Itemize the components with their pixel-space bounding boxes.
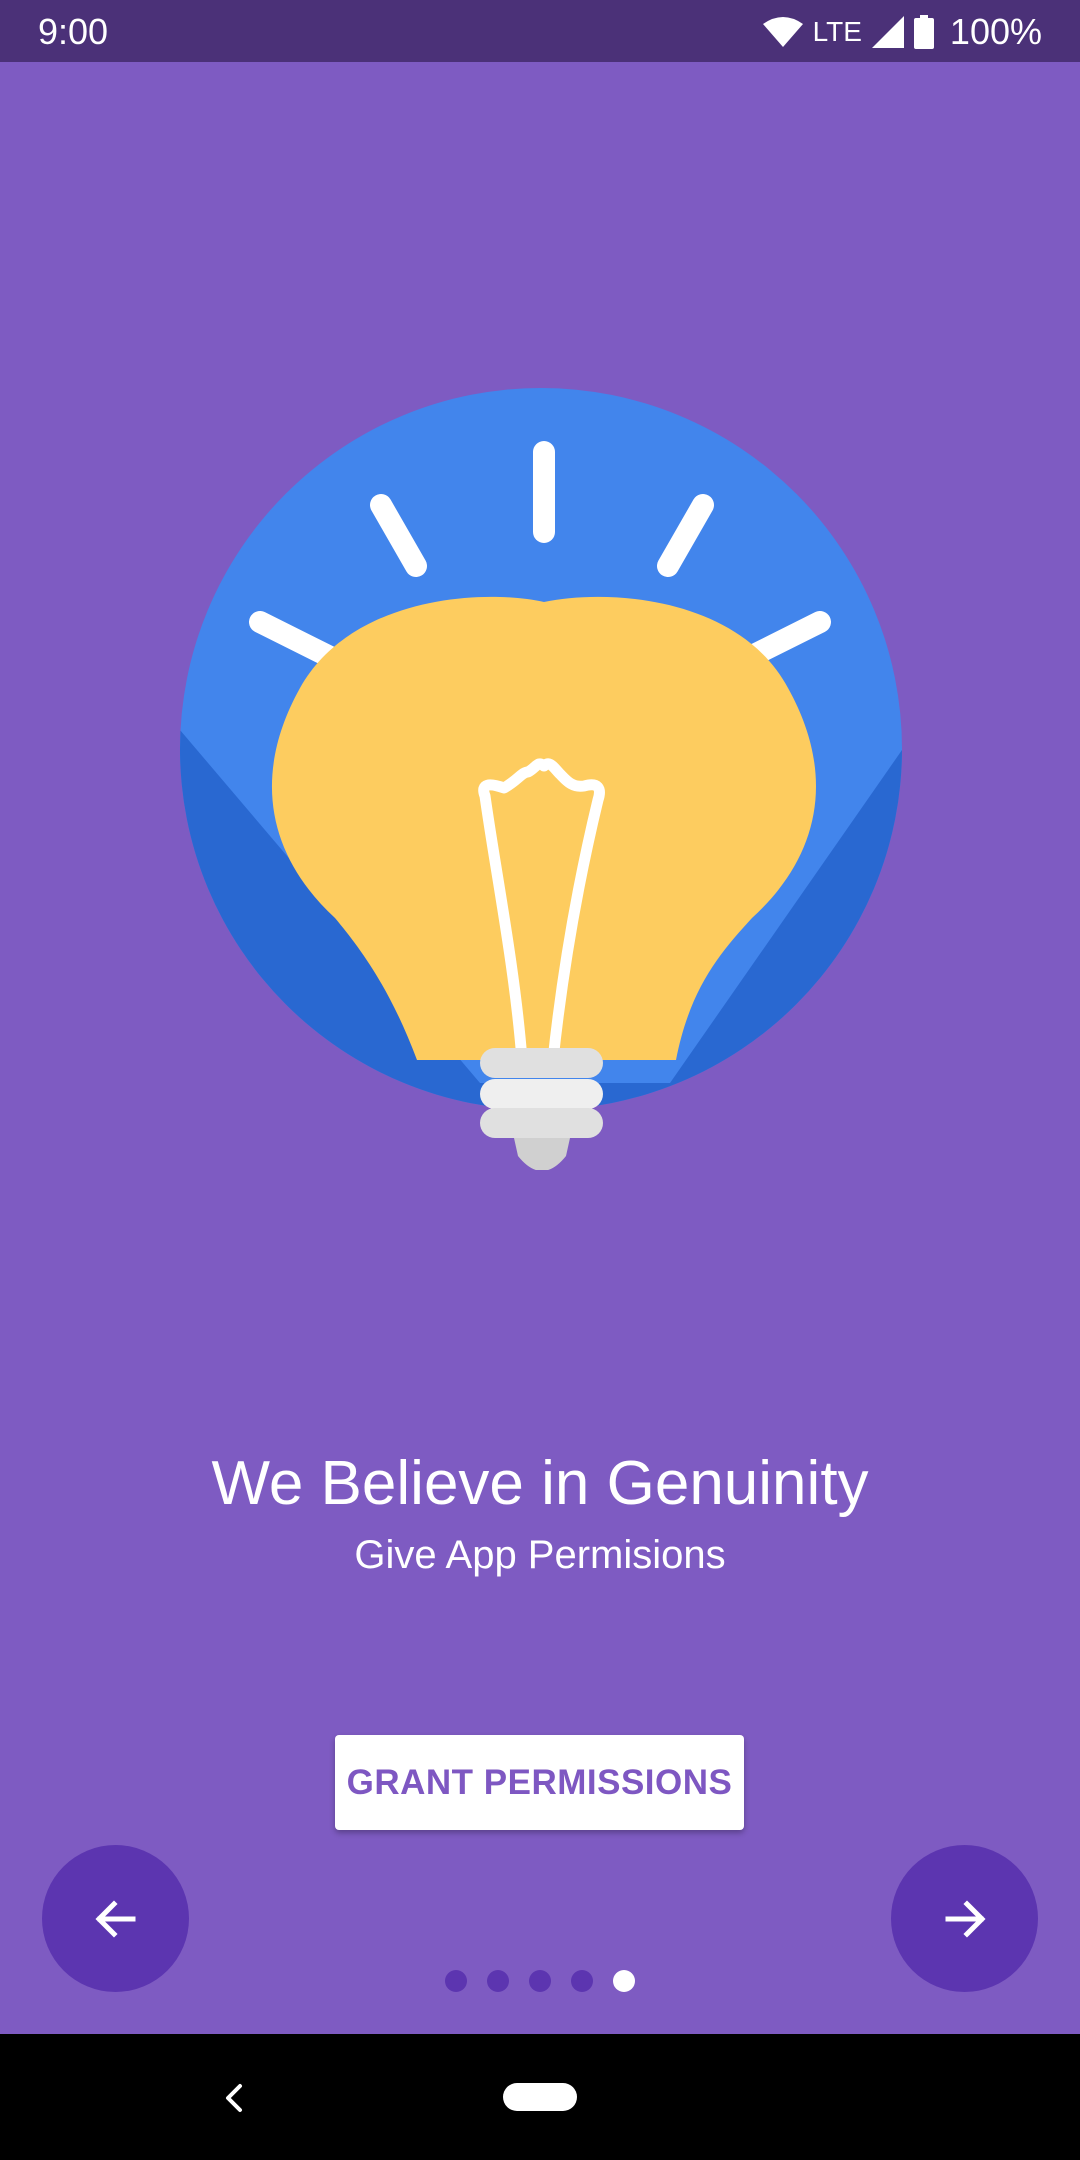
onboarding-screen: 9:00 LTE 100% We Believe in Genuinity Gi… [0,0,1080,2160]
page-dot-3[interactable] [529,1970,551,1992]
page-dot-4[interactable] [571,1970,593,1992]
status-time: 9:00 [38,11,109,52]
onboarding-subtitle: Give App Permisions [354,1533,726,1577]
home-pill-icon[interactable] [503,2083,577,2111]
bulb-base [480,1048,603,1170]
network-type: LTE [812,16,862,47]
system-navigation-bar [0,2034,1080,2160]
status-bar: 9:00 LTE 100% [0,0,1080,62]
lightbulb-icon [180,388,902,1170]
back-icon[interactable] [214,2078,254,2118]
status-icons: LTE 100% [762,10,1042,54]
page-dot-1[interactable] [445,1970,467,1992]
arrow-right-icon [945,1899,986,1938]
page-indicator [0,1970,1080,1992]
cell-signal-icon [871,16,904,48]
arrow-left-icon [94,1899,135,1938]
page-dot-2[interactable] [487,1970,509,1992]
page-dot-5-active[interactable] [613,1970,635,1992]
wifi-icon [762,17,803,47]
lightbulb-illustration [180,388,902,1170]
battery-percentage: 100% [949,11,1042,52]
onboarding-title: We Believe in Genuinity [211,1449,869,1518]
grant-permissions-button[interactable]: GRANT PERMISSIONS [335,1735,744,1830]
battery-icon [913,15,934,49]
